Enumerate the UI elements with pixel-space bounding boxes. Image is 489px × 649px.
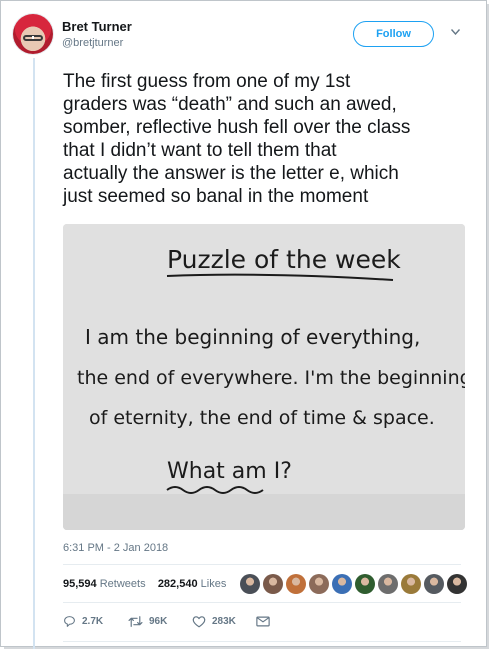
engagement-stats: 95,594 Retweets 282,540 Likes bbox=[63, 578, 226, 590]
retweet-count: 96K bbox=[149, 615, 168, 627]
whiteboard-question: What am I? bbox=[167, 459, 292, 484]
retweets-label: Retweets bbox=[99, 578, 146, 590]
liker-avatar[interactable] bbox=[355, 574, 375, 594]
liker-avatar[interactable] bbox=[332, 574, 352, 594]
divider bbox=[63, 641, 461, 642]
tweet-line: that I didn’t want to tell them that bbox=[63, 140, 337, 161]
avatar-glasses-bridge bbox=[32, 36, 34, 39]
direct-message-button[interactable] bbox=[256, 614, 270, 628]
reply-count: 2.7K bbox=[82, 615, 104, 627]
retweet-button[interactable]: 96K bbox=[128, 614, 167, 628]
whiteboard-line: I am the beginning of everything, bbox=[85, 325, 420, 349]
liker-avatar[interactable] bbox=[240, 574, 260, 594]
likes-stat[interactable]: 282,540 Likes bbox=[158, 578, 227, 590]
whiteboard-line: of eternity, the end of time & space. bbox=[89, 407, 435, 429]
retweets-stat[interactable]: 95,594 Retweets bbox=[63, 578, 146, 590]
retweet-icon bbox=[128, 615, 143, 627]
divider bbox=[63, 564, 461, 565]
whiteboard-title: Puzzle of the week bbox=[167, 245, 401, 274]
like-count: 283K bbox=[212, 615, 236, 627]
liker-avatar[interactable] bbox=[263, 574, 283, 594]
tweet-line: just seemed so banal in the moment bbox=[63, 186, 369, 207]
liker-avatar[interactable] bbox=[424, 574, 444, 594]
liker-avatar[interactable] bbox=[378, 574, 398, 594]
liker-avatar[interactable] bbox=[401, 574, 421, 594]
avatar[interactable] bbox=[13, 14, 53, 54]
likes-label: Likes bbox=[200, 578, 227, 590]
tweet-line: actually the answer is the letter e, whi… bbox=[63, 163, 399, 184]
tweet-line: The first guess from one of my 1st bbox=[63, 71, 351, 92]
envelope-icon bbox=[256, 616, 270, 626]
tweet-photo[interactable]: Puzzle of the week I am the beginning of… bbox=[63, 224, 465, 530]
liker-avatar[interactable] bbox=[286, 574, 306, 594]
retweets-count: 95,594 bbox=[63, 578, 97, 590]
follow-button[interactable]: Follow bbox=[353, 21, 434, 47]
tweet-line: somber, reflective hush fell over the cl… bbox=[63, 117, 411, 138]
whiteboard-image: Puzzle of the week I am the beginning of… bbox=[63, 224, 465, 530]
liker-avatar[interactable] bbox=[447, 574, 467, 594]
liker-avatar[interactable] bbox=[309, 574, 329, 594]
reply-button[interactable]: 2.7K bbox=[63, 614, 103, 628]
tweet-text: The first guess from one of my 1st grade… bbox=[63, 70, 473, 208]
divider bbox=[63, 602, 461, 603]
heart-icon bbox=[192, 615, 206, 627]
tweet-line: graders was “death” and such an awed, bbox=[63, 94, 397, 115]
like-button[interactable]: 283K bbox=[192, 614, 236, 628]
reply-icon bbox=[64, 615, 75, 627]
author-handle[interactable]: @bretjturner bbox=[62, 37, 123, 49]
tweet-timestamp[interactable]: 6:31 PM - 2 Jan 2018 bbox=[63, 542, 168, 554]
whiteboard-line: the end of everywhere. I'm the beginning bbox=[77, 367, 465, 389]
likes-count: 282,540 bbox=[157, 578, 198, 590]
thread-line bbox=[33, 58, 35, 649]
chevron-down-icon[interactable] bbox=[451, 29, 460, 35]
author-name[interactable]: Bret Turner bbox=[62, 19, 132, 34]
